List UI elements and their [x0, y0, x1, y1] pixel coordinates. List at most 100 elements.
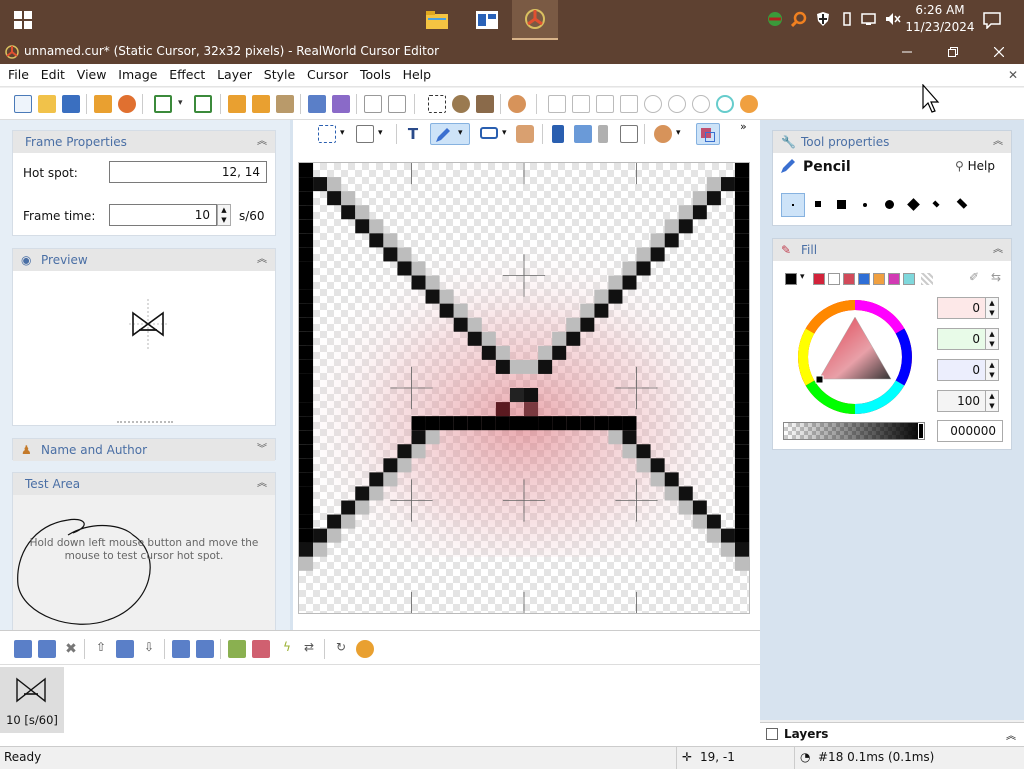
blue-value-stepper[interactable]: ▲ ▼	[985, 359, 999, 381]
name-author-header[interactable]: ♟ Name and Author ︾	[13, 439, 275, 461]
brush-size-1[interactable]	[781, 193, 805, 217]
menu-edit[interactable]: Edit	[33, 64, 65, 86]
layers-overlay-button[interactable]	[696, 123, 720, 145]
store-app-icon[interactable]	[464, 0, 510, 40]
bevel-effect-icon[interactable]	[476, 95, 494, 113]
swatch-0[interactable]	[813, 273, 825, 285]
clear-frame-icon[interactable]	[252, 640, 270, 658]
system-clock[interactable]: 6:26 AM 11/23/2024	[900, 2, 980, 38]
add-frame-icon[interactable]	[14, 640, 32, 658]
brush-size-slash-1[interactable]	[932, 200, 940, 208]
toolbar-overflow-icon[interactable]: »	[740, 120, 747, 133]
duplicate-frame-icon[interactable]	[172, 640, 190, 658]
swap-colors-icon[interactable]: ⇆	[991, 270, 1001, 284]
alpha-value-stepper[interactable]: ▲ ▼	[985, 390, 999, 412]
layers-panel-header[interactable]: Layers ︽	[760, 722, 1024, 746]
green-value-input[interactable]: 0	[937, 328, 987, 350]
select-dropdown-icon[interactable]: ▾	[340, 128, 345, 138]
restore-button[interactable]	[930, 40, 976, 64]
swatch-3[interactable]	[858, 273, 870, 285]
cursor-editor-taskbar-icon[interactable]	[512, 0, 558, 40]
close-document-icon[interactable]: ✕	[1008, 68, 1018, 82]
lightning-icon[interactable]: ϟ	[278, 640, 296, 658]
brush-icon[interactable]	[574, 125, 592, 143]
alpha-value-input[interactable]: 100	[937, 390, 987, 412]
search-tray-icon[interactable]	[790, 10, 808, 28]
menu-cursor[interactable]: Cursor	[299, 64, 348, 86]
blue-value-input[interactable]: 0	[937, 359, 987, 381]
frame-settings-icon[interactable]	[356, 640, 374, 658]
audio-icon[interactable]	[118, 95, 136, 113]
menu-help[interactable]: Help	[395, 64, 432, 86]
swatch-5[interactable]	[888, 273, 900, 285]
preview-header[interactable]: ◉ Preview ︽	[13, 249, 275, 271]
brush-size-3[interactable]	[837, 200, 846, 209]
window-titlebar[interactable]: unnamed.cur* (Static Cursor, 32x32 pixel…	[0, 40, 1024, 64]
brush-size-slash-2[interactable]	[956, 198, 968, 209]
collapse-chevron-icon[interactable]: ︽	[993, 131, 1003, 153]
fill-bucket-icon[interactable]	[516, 125, 534, 143]
close-button[interactable]	[976, 40, 1022, 64]
test-area-header[interactable]: Test Area ︽	[13, 473, 275, 495]
menu-image[interactable]: Image	[110, 64, 157, 86]
swatch-2[interactable]	[843, 273, 855, 285]
move-cursor-icon[interactable]	[596, 95, 614, 113]
hotspot-tool-icon[interactable]	[620, 125, 638, 143]
help-select-icon[interactable]	[572, 95, 590, 113]
person-stamp-icon[interactable]	[654, 125, 672, 143]
collapse-chevron-icon[interactable]: ︽	[257, 473, 267, 495]
rotate-icon[interactable]: ↻	[332, 640, 350, 658]
red-value-stepper[interactable]: ▲ ▼	[985, 297, 999, 319]
collapse-chevron-icon[interactable]: ︽	[257, 249, 267, 271]
move-up-icon[interactable]: ⇧	[92, 640, 110, 658]
move-down-icon[interactable]: ⇩	[140, 640, 158, 658]
test-area-canvas[interactable]: Hold down left mouse button and move the…	[13, 495, 275, 631]
network-monitor-icon[interactable]	[860, 10, 878, 28]
eyedropper-icon[interactable]	[598, 125, 608, 143]
import-icon[interactable]	[94, 95, 112, 113]
menu-style[interactable]: Style	[256, 64, 295, 86]
collapse-chevron-icon[interactable]: ︽	[1006, 727, 1016, 742]
expand-chevron-icon[interactable]: ︾	[257, 439, 267, 461]
menu-effect[interactable]: Effect	[161, 64, 205, 86]
copy-icon[interactable]	[252, 95, 270, 113]
help-cursor-icon[interactable]	[388, 95, 406, 113]
swatch-dropdown-icon[interactable]: ▾	[800, 272, 805, 282]
paste-icon[interactable]	[276, 95, 294, 113]
resize-icon[interactable]	[332, 95, 350, 113]
swatch-6[interactable]	[903, 273, 915, 285]
collapse-chevron-icon[interactable]: ︽	[257, 131, 267, 153]
network-globe-icon[interactable]	[766, 10, 784, 28]
windows-start-icon[interactable]	[0, 0, 46, 40]
copy-frame-icon[interactable]	[196, 640, 214, 658]
menu-tools[interactable]: Tools	[352, 64, 391, 86]
redo-icon[interactable]	[194, 95, 212, 113]
magic-wand-icon[interactable]	[356, 125, 374, 143]
color-picker-icon[interactable]	[552, 125, 564, 143]
merge-frames-icon[interactable]	[228, 640, 246, 658]
shape-dropdown-icon[interactable]: ▾	[502, 128, 507, 138]
help-button[interactable]: ⚲ Help	[955, 159, 995, 173]
sphere-effect-icon[interactable]	[452, 95, 470, 113]
hotspot-input[interactable]: 12, 14	[109, 161, 267, 183]
working-cursor-icon[interactable]	[668, 95, 686, 113]
notification-center-icon[interactable]	[982, 10, 1002, 30]
brush-size-2[interactable]	[815, 201, 821, 207]
fire-cursor-icon[interactable]	[740, 95, 758, 113]
security-shield-icon[interactable]	[814, 10, 832, 28]
ring-cursor-icon[interactable]	[716, 95, 734, 113]
insert-frame-icon[interactable]	[38, 640, 56, 658]
rect-select-icon[interactable]	[318, 125, 336, 143]
menu-view[interactable]: View	[69, 64, 107, 86]
swatch-1[interactable]	[828, 273, 840, 285]
pencil-tool-button[interactable]: ▾	[430, 123, 470, 145]
green-value-stepper[interactable]: ▲ ▼	[985, 328, 999, 350]
cut-icon[interactable]	[228, 95, 246, 113]
move-frame-icon[interactable]	[116, 640, 134, 658]
file-explorer-icon[interactable]	[414, 0, 460, 40]
frame-time-input[interactable]: 10	[109, 204, 217, 226]
new-file-icon[interactable]	[14, 95, 32, 113]
collapse-chevron-icon[interactable]: ︽	[993, 239, 1003, 261]
frame-properties-header[interactable]: Frame Properties ︽	[13, 131, 275, 153]
color-wheel[interactable]	[795, 297, 915, 417]
